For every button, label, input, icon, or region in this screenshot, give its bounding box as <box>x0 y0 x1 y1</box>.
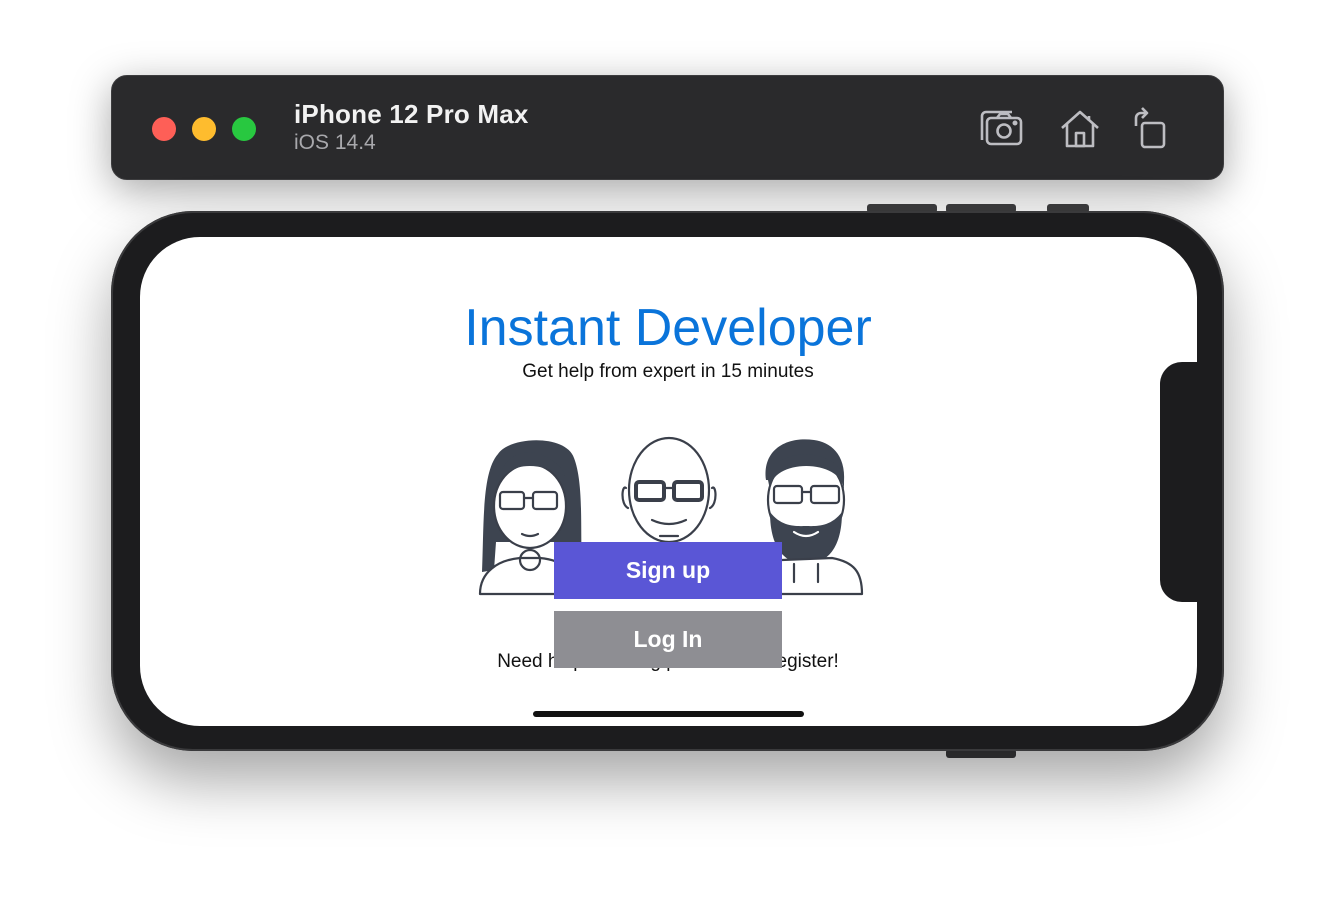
home-icon[interactable] <box>1056 106 1104 152</box>
device-name: iPhone 12 Pro Max <box>294 99 529 129</box>
app-subtitle: Get help from expert in 15 minutes <box>522 361 814 382</box>
home-indicator[interactable] <box>533 711 804 717</box>
signup-button[interactable]: Sign up <box>554 542 782 599</box>
login-button[interactable]: Log In <box>554 611 782 668</box>
app-title: Instant Developer <box>464 299 872 357</box>
screenshot-icon[interactable] <box>978 106 1026 152</box>
rotate-icon[interactable] <box>1128 106 1176 152</box>
os-version: iOS 14.4 <box>294 131 376 154</box>
close-window-button[interactable] <box>152 117 176 141</box>
notch <box>1160 362 1200 602</box>
minimize-window-button[interactable] <box>192 117 216 141</box>
zoom-window-button[interactable] <box>232 117 256 141</box>
